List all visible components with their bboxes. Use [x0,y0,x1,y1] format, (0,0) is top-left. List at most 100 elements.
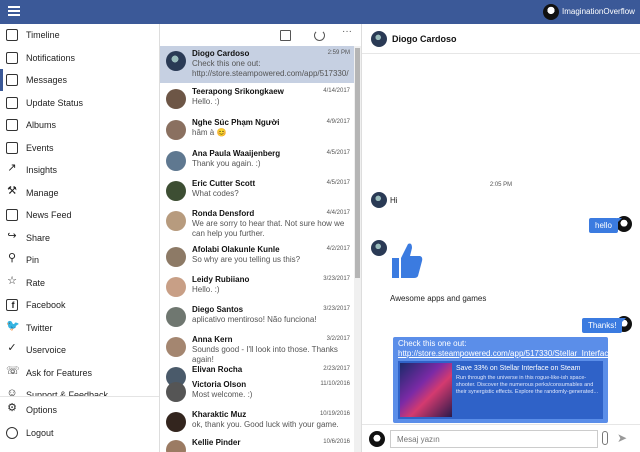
user-avatar[interactable] [543,4,559,20]
conversation-date: 10/6/2016 [323,439,350,445]
link-message[interactable]: Check this one out: http://store.steampo… [393,337,608,423]
sidebar-item-news-feed[interactable]: News Feed [0,204,159,226]
preview-title: Save 33% on Stellar Interface on Steam [456,365,581,372]
conversation-preview: So why are you telling us this? [192,255,350,265]
conversation-list: ··· Diogo Cardoso 2:59 PM Check this one… [160,24,362,452]
sidebar-item-share[interactable]: ↪ Share [0,227,159,249]
sidebar-item-timeline[interactable]: Timeline [0,24,159,46]
sidebar-item-label: Insights [26,165,57,175]
scroll-thumb[interactable] [355,48,360,278]
sidebar-item-label: Ask for Features [26,368,92,378]
avatar [166,211,186,231]
sidebar-item-label: Logout [26,428,54,438]
albums-icon [6,119,18,131]
sidebar-item-events[interactable]: Events [0,137,159,159]
chat-timestamp: 2:05 PM [362,182,640,188]
conversation-name: Diogo Cardoso [192,49,249,58]
conversation-date: 2:59 PM [328,50,350,56]
sidebar-item-ask-for-features[interactable]: ☏ Ask for Features [0,362,159,384]
conversation-item[interactable]: Eric Cutter Scott 4/5/2017 What codes? [160,176,354,207]
preview-image [400,363,452,417]
gear-icon: ⚙ [6,404,18,416]
conversation-preview: Hello. :) [192,285,350,295]
sidebar-item-notifications[interactable]: Notifications [0,47,159,69]
conversation-name: Eric Cutter Scott [192,179,255,188]
sidebar-item-update-status[interactable]: Update Status [0,92,159,114]
conversation-preview: Thank you again. :) [192,159,350,169]
conversation-item[interactable]: Diego Santos 3/23/2017 aplicativo mentir… [160,302,354,333]
sidebar-item-label: Rate [26,278,45,288]
sidebar-item-rate[interactable]: ☆ Rate [0,272,159,294]
conversation-item[interactable]: Teerapong Srikongkaew 4/14/2017 Hello. :… [160,84,354,115]
conversation-item[interactable]: Kellie Pinder 10/6/2016 [160,435,354,452]
sidebar-item-messages[interactable]: Messages [0,69,159,91]
list-toolbar: ··· [160,24,362,46]
sidebar-item-label: Albums [26,120,56,130]
ask-features-icon: ☏ [6,367,18,379]
sidebar-item-label: Share [26,233,50,243]
sidebar-item-options[interactable]: ⚙ Options [0,399,159,421]
conversation-item[interactable]: Leidy Rubiiano 3/23/2017 Hello. :) [160,272,354,303]
conversation-date: 3/23/2017 [323,276,350,282]
message-input[interactable] [390,430,598,448]
conversation-date: 4/9/2017 [327,119,350,125]
update-status-icon [6,97,18,109]
conversation-item[interactable]: Nghe Súc Phạm Người 4/9/2017 hâm à 😊 [160,115,354,146]
rate-icon: ☆ [6,277,18,289]
conversation-item[interactable]: Diogo Cardoso 2:59 PM Check this one out… [160,46,354,83]
conversation-item[interactable]: Afolabi Olakunle Kunle 4/2/2017 So why a… [160,242,354,273]
sidebar-item-albums[interactable]: Albums [0,114,159,136]
conversation-item[interactable]: Kharaktic Muz 10/19/2016 ok, thank you. … [160,407,354,438]
conversation-item[interactable]: Ana Paula Waaijenberg 4/5/2017 Thank you… [160,146,354,177]
more-icon[interactable]: ··· [342,26,356,37]
sidebar-item-label: Notifications [26,53,75,63]
contact-avatar [371,192,387,208]
sidebar-item-label: Uservoice [26,345,66,355]
chat-pane: Diogo Cardoso 2:05 PM Hi hello Awesome a… [362,24,640,452]
sidebar-item-logout[interactable]: Logout [0,422,159,444]
conversation-preview: ok, thank you. Good luck with your game. [192,420,350,430]
conversation-item[interactable]: Anna Kern 3/2/2017 Sounds good - I'll lo… [160,332,354,363]
conversation-name: Victoria Olson [192,380,246,389]
contact-avatar[interactable] [371,31,387,47]
messages-icon [6,74,18,86]
sidebar-item-twitter[interactable]: 🐦 Twitter [0,317,159,339]
conversation-date: 3/23/2017 [323,306,350,312]
preview-description: Run through the universe in this rogue-l… [456,375,601,396]
avatar [166,307,186,327]
link-url[interactable]: http://store.steampowered.com/app/517330… [398,349,608,358]
user-name[interactable]: ImaginationOverflow [562,7,635,16]
conversation-item[interactable]: Victoria Olson 11/10/2016 Most welcome. … [160,377,354,408]
compose-icon[interactable] [280,30,291,41]
send-icon[interactable]: ➤ [617,432,627,444]
attach-icon[interactable] [602,431,608,445]
sidebar-item-manage[interactable]: ⚒ Manage [0,182,159,204]
list-scrollbar[interactable] [354,46,361,452]
avatar [166,151,186,171]
conversation-date: 10/19/2016 [320,411,350,417]
avatar [166,382,186,402]
sidebar-item-facebook[interactable]: f Facebook [0,294,159,316]
avatar [166,247,186,267]
chat-header: Diogo Cardoso [362,24,640,54]
conversation-name: Nghe Súc Phạm Người [192,118,280,127]
sidebar-item-label: Events [26,143,54,153]
conversation-item[interactable]: Ronda Densford 4/4/2017 We are sorry to … [160,206,354,242]
sidebar-item-insights[interactable]: ↗ Insights [0,159,159,181]
refresh-icon[interactable] [314,30,325,41]
events-icon [6,142,18,154]
hamburger-menu-icon[interactable] [8,6,20,16]
conversation-name: Leidy Rubiiano [192,275,249,284]
message-outgoing: hello [589,218,618,233]
avatar [166,51,186,71]
conversation-preview: hâm à 😊 [192,128,350,138]
sidebar-item-label: Facebook [26,300,66,310]
contact-name[interactable]: Diogo Cardoso [392,34,457,44]
conversation-name: Kharaktic Muz [192,410,246,419]
sidebar-bottom: ⚙ Options Logout [0,396,159,452]
sidebar: Timeline Notifications Messages Update S… [0,24,160,452]
sidebar-item-pin[interactable]: ⚲ Pin [0,249,159,271]
news-feed-icon [6,209,18,221]
sidebar-item-uservoice[interactable]: ✓ Uservoice [0,339,159,361]
link-preview-card[interactable]: Save 33% on Stellar Interface on Steam R… [398,361,603,419]
